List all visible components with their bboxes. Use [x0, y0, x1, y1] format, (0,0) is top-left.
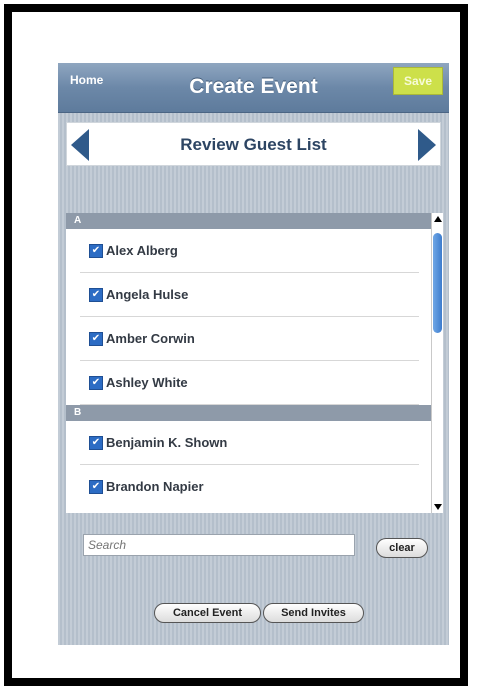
- guest-row[interactable]: ✔ Ashley White: [80, 361, 419, 405]
- scroll-up-icon[interactable]: [434, 216, 442, 222]
- section-header-b: B: [66, 405, 431, 421]
- guest-name: Angela Hulse: [106, 287, 189, 302]
- guest-row[interactable]: ✔ Brandon Napier: [80, 465, 419, 508]
- guest-name: Benjamin K. Shown: [106, 435, 228, 450]
- checkbox-icon[interactable]: ✔: [89, 435, 103, 450]
- search-input[interactable]: [83, 534, 355, 556]
- guest-row[interactable]: ✔ Angela Hulse: [80, 273, 419, 317]
- checkbox-icon[interactable]: ✔: [89, 243, 103, 258]
- list-scrollbar[interactable]: [431, 213, 443, 513]
- guest-name: Brandon Napier: [106, 479, 204, 494]
- page-title: Create Event: [189, 75, 318, 98]
- checkbox-icon[interactable]: ✔: [89, 287, 103, 302]
- checkbox-icon[interactable]: ✔: [89, 479, 103, 494]
- cancel-event-button[interactable]: Cancel Event: [154, 603, 261, 623]
- guest-name: Amber Corwin: [106, 331, 195, 346]
- guest-name: Ashley White: [106, 375, 188, 390]
- forward-arrow-icon[interactable]: [418, 129, 436, 161]
- guest-name: Alex Alberg: [106, 243, 178, 258]
- guest-row[interactable]: ✔ Benjamin K. Shown: [80, 421, 419, 465]
- send-invites-button[interactable]: Send Invites: [263, 603, 364, 623]
- guest-list[interactable]: A ✔ Alex Alberg ✔ Angela Hulse ✔ Amber C…: [66, 213, 431, 513]
- scroll-thumb[interactable]: [433, 233, 442, 333]
- section-header-a: A: [66, 213, 431, 229]
- review-title: Review Guest List: [180, 135, 327, 154]
- guest-row[interactable]: ✔ Alex Alberg: [80, 229, 419, 273]
- guest-row[interactable]: ✔ Amber Corwin: [80, 317, 419, 361]
- clear-button[interactable]: clear: [376, 538, 428, 558]
- app-screen: Home Create Event Save Review Guest List…: [58, 63, 449, 645]
- checkbox-icon[interactable]: ✔: [89, 375, 103, 390]
- review-header: Review Guest List: [66, 122, 441, 166]
- scroll-down-icon[interactable]: [434, 504, 442, 510]
- checkbox-icon[interactable]: ✔: [89, 331, 103, 346]
- save-button[interactable]: Save: [393, 67, 443, 95]
- nav-bar: Home Create Event Save: [58, 63, 449, 113]
